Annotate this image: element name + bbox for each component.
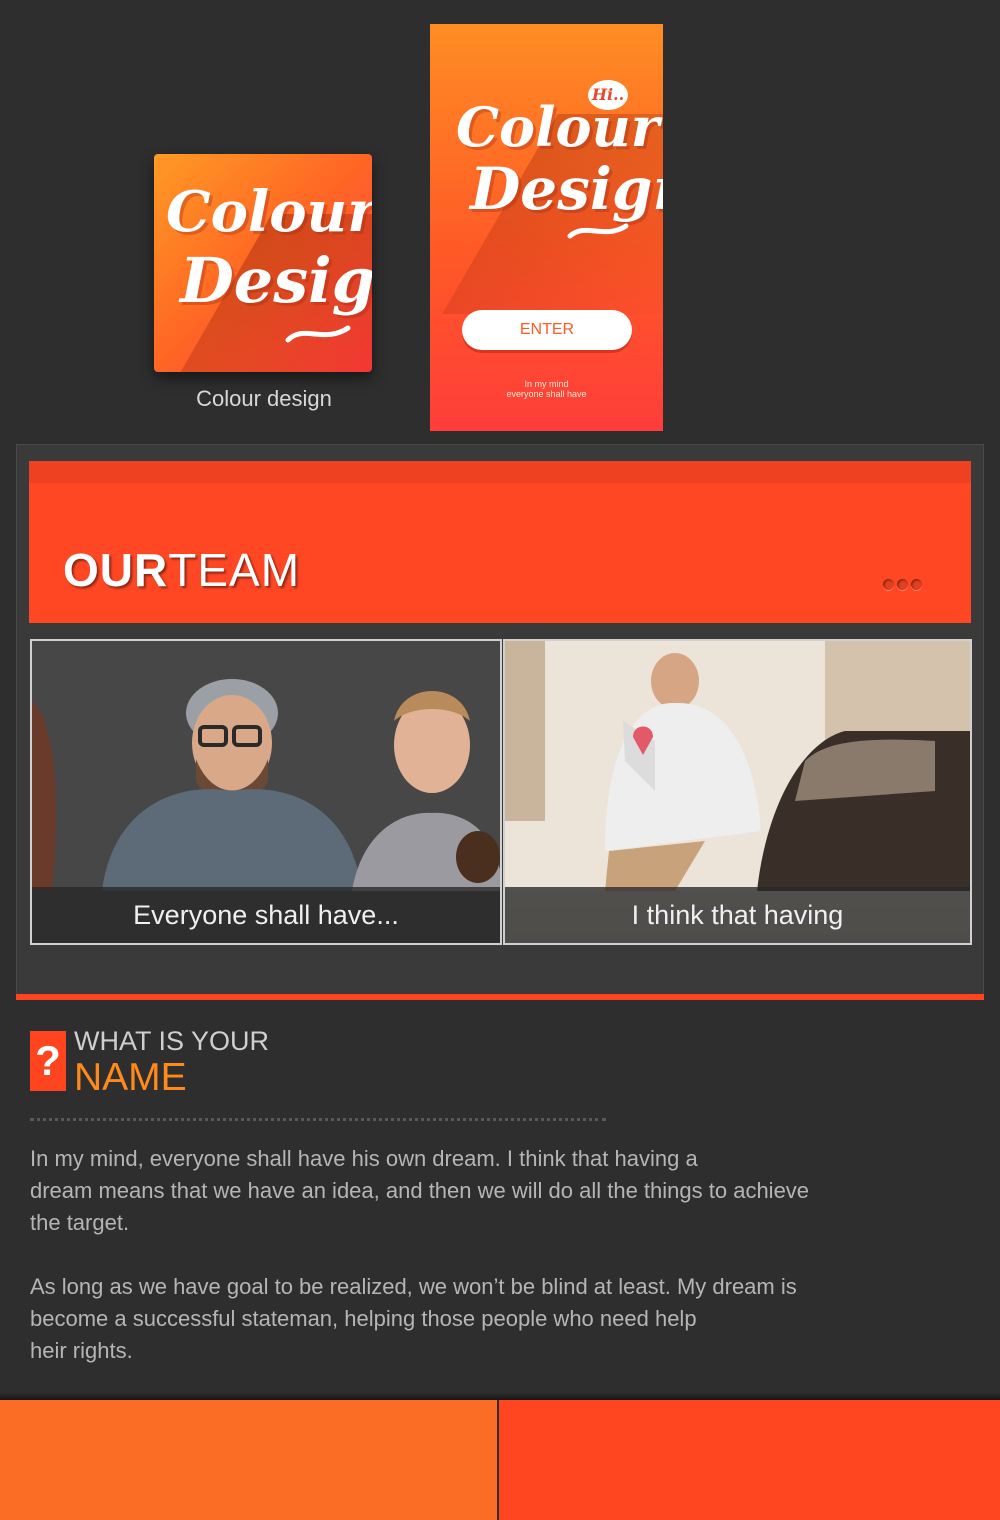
footer-block-right[interactable]	[499, 1400, 1000, 1520]
paragraph-2: As long as we have goal to be realized, …	[30, 1271, 930, 1367]
team-panel: OURTEAM Everyone shall have... I think t…	[16, 444, 984, 995]
app-icon[interactable]: Colour Design	[154, 154, 372, 372]
paragraph-1: In my mind, everyone shall have his own …	[30, 1143, 930, 1239]
question-heading-line2: NAME	[74, 1056, 187, 1099]
team-photo-caption-1: Everyone shall have...	[32, 887, 500, 943]
carousel-dot-1[interactable]	[883, 579, 894, 590]
question-mark-icon: ?	[30, 1031, 66, 1091]
paragraph-1-line-3: the target.	[30, 1210, 130, 1235]
carousel-dots	[883, 577, 925, 595]
footer-shadow	[0, 1392, 1000, 1400]
team-title-bold: OUR	[63, 544, 169, 596]
street-scene-photo	[505, 641, 970, 891]
app-icon-caption: Colour design	[196, 386, 332, 411]
splash-tagline-line1: In my mind	[524, 379, 569, 389]
team-photo-card-2[interactable]: I think that having	[503, 639, 972, 945]
team-title-light: TEAM	[168, 544, 301, 596]
team-photo-card-1[interactable]: Everyone shall have...	[30, 639, 502, 945]
splash-tagline: In my mind everyone shall have	[430, 379, 663, 399]
team-header: OURTEAM	[29, 461, 971, 623]
logo-swash-icon	[285, 325, 351, 343]
paragraph-1-line-1: In my mind, everyone shall have his own …	[30, 1146, 698, 1171]
splash-tagline-line2: everyone shall have	[506, 389, 587, 399]
paragraph-2-line-3: heir rights.	[30, 1338, 133, 1363]
carousel-dot-2[interactable]	[897, 579, 908, 590]
paragraph-2-line-1: As long as we have goal to be realized, …	[30, 1274, 797, 1299]
paragraph-2-line-2: become a successful stateman, helping th…	[30, 1306, 697, 1331]
splash-logo-line-colour: Colour	[456, 95, 660, 159]
footer-block-left[interactable]	[0, 1400, 497, 1520]
splash-swash-icon	[567, 223, 629, 239]
team-group-photo	[32, 641, 500, 891]
question-heading-line1: WHAT IS YOUR	[74, 1026, 270, 1056]
splash-screen: Hi.. Colour Design ENTER In my mind ever…	[430, 24, 663, 431]
logo-line-colour: Colour	[166, 179, 372, 245]
enter-button[interactable]: ENTER	[462, 310, 632, 350]
splash-logo-line-design: Design	[470, 155, 663, 223]
dotted-divider	[30, 1118, 606, 1121]
logo-line-design: Design	[180, 244, 372, 317]
team-title: OURTEAM	[63, 543, 300, 597]
paragraph-1-line-2: dream means that we have an idea, and th…	[30, 1178, 810, 1203]
carousel-dot-3[interactable]	[911, 579, 922, 590]
team-panel-accent-bar	[16, 994, 984, 1000]
team-photo-caption-2: I think that having	[505, 887, 970, 943]
